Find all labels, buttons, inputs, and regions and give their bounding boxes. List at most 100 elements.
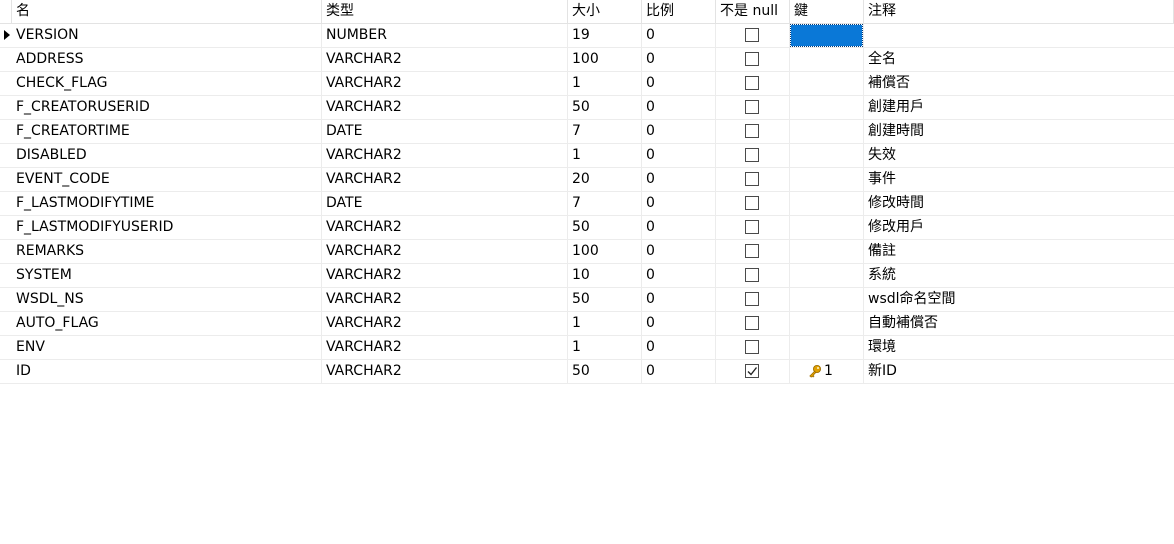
field-type-cell[interactable]: VARCHAR2 [322,144,568,167]
field-scale-cell[interactable]: 0 [642,120,716,143]
table-row[interactable]: CHECK_FLAG VARCHAR2 1 0 補償否 [0,72,1174,96]
field-key-cell[interactable] [790,336,864,359]
field-name-cell[interactable]: ENV [12,336,322,359]
column-header-comment[interactable]: 注释 [864,0,1174,23]
field-scale-cell[interactable]: 0 [642,144,716,167]
field-comment-cell[interactable]: 失效 [864,144,1174,167]
field-name-cell[interactable]: EVENT_CODE [12,168,322,191]
field-scale-cell[interactable]: 0 [642,264,716,287]
field-name-cell[interactable]: DISABLED [12,144,322,167]
field-name-cell[interactable]: CHECK_FLAG [12,72,322,95]
field-name-cell[interactable]: F_CREATORTIME [12,120,322,143]
field-key-cell[interactable] [790,96,864,119]
field-size-cell[interactable]: 1 [568,312,642,335]
field-size-cell[interactable]: 100 [568,240,642,263]
field-comment-cell[interactable]: 創建時間 [864,120,1174,143]
not-null-checkbox[interactable] [745,268,759,282]
field-scale-cell[interactable]: 0 [642,48,716,71]
table-row[interactable]: AUTO_FLAG VARCHAR2 1 0 自動補償否 [0,312,1174,336]
field-scale-cell[interactable]: 0 [642,312,716,335]
field-key-cell[interactable] [790,312,864,335]
field-type-cell[interactable]: VARCHAR2 [322,312,568,335]
field-key-cell[interactable]: 1 [790,360,864,383]
field-key-cell[interactable] [790,120,864,143]
field-scale-cell[interactable]: 0 [642,96,716,119]
field-type-cell[interactable]: VARCHAR2 [322,216,568,239]
field-scale-cell[interactable]: 0 [642,360,716,383]
field-scale-cell[interactable]: 0 [642,168,716,191]
field-size-cell[interactable]: 1 [568,336,642,359]
not-null-checkbox[interactable] [745,76,759,90]
field-name-cell[interactable]: ID [12,360,322,383]
field-scale-cell[interactable]: 0 [642,192,716,215]
field-size-cell[interactable]: 10 [568,264,642,287]
field-scale-cell[interactable]: 0 [642,72,716,95]
field-type-cell[interactable]: VARCHAR2 [322,96,568,119]
field-type-cell[interactable]: DATE [322,120,568,143]
field-type-cell[interactable]: VARCHAR2 [322,240,568,263]
field-type-cell[interactable]: VARCHAR2 [322,72,568,95]
field-type-cell[interactable]: VARCHAR2 [322,336,568,359]
field-comment-cell[interactable]: 修改用戶 [864,216,1174,239]
field-size-cell[interactable]: 100 [568,48,642,71]
column-header-type[interactable]: 类型 [322,0,568,23]
table-row[interactable]: WSDL_NS VARCHAR2 50 0 wsdl命名空間 [0,288,1174,312]
field-comment-cell[interactable]: 補償否 [864,72,1174,95]
not-null-checkbox[interactable] [745,52,759,66]
table-row[interactable]: REMARKS VARCHAR2 100 0 備註 [0,240,1174,264]
table-row[interactable]: ID VARCHAR2 50 0 1 新ID [0,360,1174,384]
field-key-cell[interactable] [790,288,864,311]
not-null-checkbox[interactable] [745,196,759,210]
table-row[interactable]: F_CREATORUSERID VARCHAR2 50 0 創建用戶 [0,96,1174,120]
field-key-cell[interactable] [790,48,864,71]
field-name-cell[interactable]: VERSION [12,24,322,47]
field-name-cell[interactable]: F_LASTMODIFYTIME [12,192,322,215]
field-size-cell[interactable]: 50 [568,360,642,383]
not-null-checkbox[interactable] [745,364,759,378]
field-type-cell[interactable]: DATE [322,192,568,215]
not-null-checkbox[interactable] [745,220,759,234]
table-row[interactable]: DISABLED VARCHAR2 1 0 失效 [0,144,1174,168]
field-comment-cell[interactable]: 新ID [864,360,1174,383]
field-type-cell[interactable]: VARCHAR2 [322,288,568,311]
field-type-cell[interactable]: VARCHAR2 [322,48,568,71]
field-size-cell[interactable]: 1 [568,144,642,167]
not-null-checkbox[interactable] [745,28,759,42]
not-null-checkbox[interactable] [745,292,759,306]
not-null-checkbox[interactable] [745,244,759,258]
field-key-cell[interactable] [790,168,864,191]
field-comment-cell[interactable]: 系統 [864,264,1174,287]
field-scale-cell[interactable]: 0 [642,240,716,263]
field-key-cell[interactable] [790,144,864,167]
not-null-checkbox[interactable] [745,148,759,162]
table-row[interactable]: F_LASTMODIFYTIME DATE 7 0 修改時間 [0,192,1174,216]
field-comment-cell[interactable] [864,24,1174,47]
column-header-key[interactable]: 鍵 [790,0,864,23]
field-key-cell[interactable] [790,264,864,287]
field-type-cell[interactable]: NUMBER [322,24,568,47]
column-header-size[interactable]: 大小 [568,0,642,23]
field-name-cell[interactable]: AUTO_FLAG [12,312,322,335]
field-key-cell[interactable] [790,216,864,239]
field-size-cell[interactable]: 19 [568,24,642,47]
field-size-cell[interactable]: 1 [568,72,642,95]
field-size-cell[interactable]: 7 [568,120,642,143]
field-size-cell[interactable]: 50 [568,96,642,119]
field-name-cell[interactable]: F_CREATORUSERID [12,96,322,119]
field-comment-cell[interactable]: 備註 [864,240,1174,263]
table-row[interactable]: SYSTEM VARCHAR2 10 0 系統 [0,264,1174,288]
field-scale-cell[interactable]: 0 [642,24,716,47]
table-row[interactable]: VERSION NUMBER 19 0 [0,24,1174,48]
not-null-checkbox[interactable] [745,316,759,330]
column-header-name[interactable]: 名 [12,0,322,23]
field-name-cell[interactable]: ADDRESS [12,48,322,71]
field-scale-cell[interactable]: 0 [642,288,716,311]
field-key-cell[interactable] [790,192,864,215]
not-null-checkbox[interactable] [745,100,759,114]
field-size-cell[interactable]: 50 [568,216,642,239]
table-row[interactable]: F_CREATORTIME DATE 7 0 創建時間 [0,120,1174,144]
field-scale-cell[interactable]: 0 [642,216,716,239]
field-key-cell[interactable] [790,72,864,95]
field-comment-cell[interactable]: 全名 [864,48,1174,71]
not-null-checkbox[interactable] [745,340,759,354]
